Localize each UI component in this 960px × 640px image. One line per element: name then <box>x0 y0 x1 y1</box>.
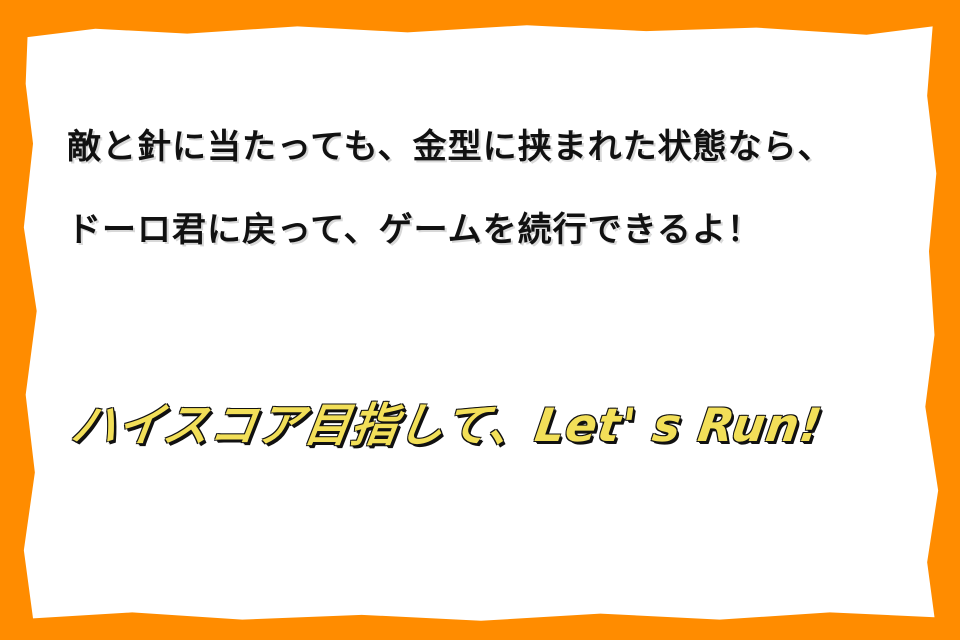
message-board: 敵と針に当たっても、金型に挟まれた状態なら、 ドーロ君に戻って、ゲームを続行でき… <box>23 25 939 621</box>
highlight-message: ハイスコア目指して、Let' s Run! <box>67 398 826 452</box>
message-line-1: 敵と針に当たっても、金型に挟まれた状態なら、 <box>67 127 833 167</box>
message-line-2: ドーロ君に戻って、ゲームを続行できるよ！ <box>67 210 762 250</box>
game-screen: 敵と針に当たっても、金型に挟まれた状態なら、 ドーロ君に戻って、ゲームを続行でき… <box>0 0 960 640</box>
